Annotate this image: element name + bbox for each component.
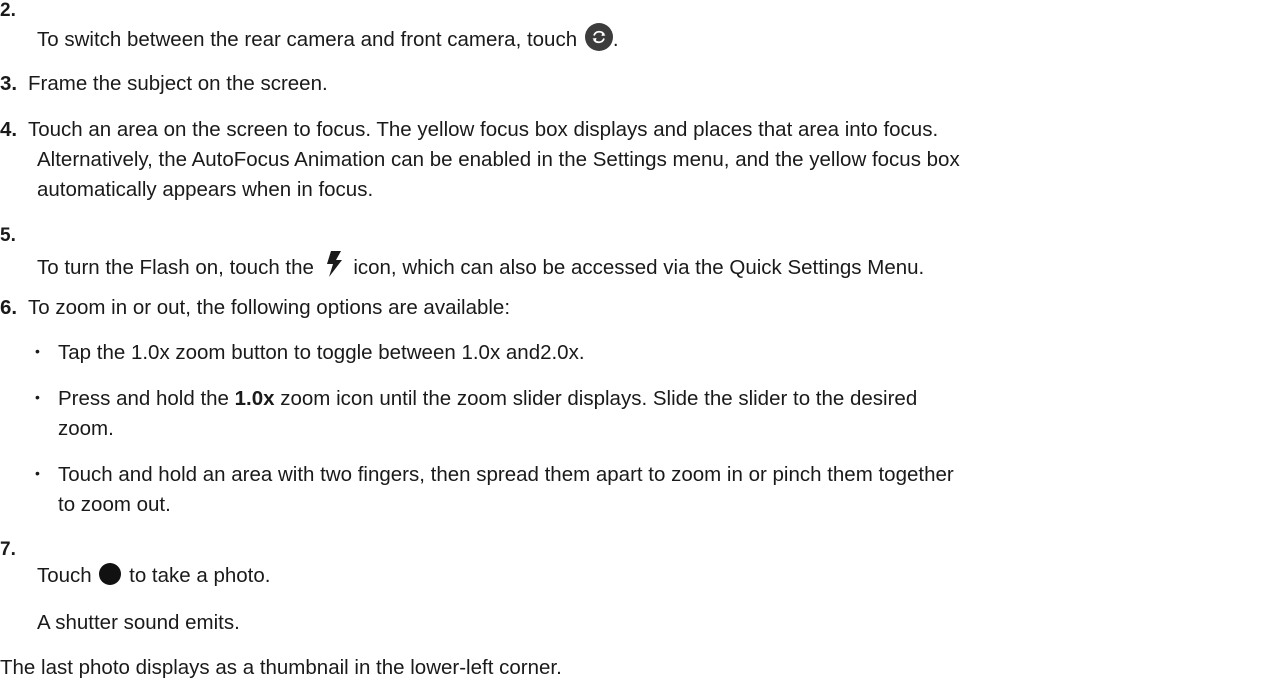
bullet-text: Tap the 1.0x zoom button to toggle betwe… (58, 341, 585, 364)
step-text-line: Touch an area on the screen to focus. Th… (28, 118, 939, 141)
step-number: 7. (0, 539, 16, 560)
bullet-icon: • (35, 389, 40, 405)
flash-icon (324, 250, 344, 278)
step-text-line: Alternatively, the AutoFocus Animation c… (37, 148, 960, 171)
step-3: 3. Frame the subject on the screen. (0, 72, 328, 96)
step-number: 4. (0, 118, 18, 141)
step-number: 2. (0, 0, 16, 21)
step-text-end: icon, which can also be accessed via the… (353, 256, 925, 279)
step-text: Frame the subject on the screen. (28, 72, 328, 95)
step-text: To switch between the rear camera and fr… (37, 28, 578, 51)
step-number: 6. (0, 296, 18, 319)
bullet-icon: • (35, 465, 40, 481)
step-text-line: automatically appears when in focus. (37, 178, 374, 201)
shutter-icon (99, 563, 122, 585)
closing-text: The last photo displays as a thumbnail i… (0, 656, 562, 679)
bullet-text-continuation: to zoom out. (58, 493, 171, 516)
zoom-label: 1.0x (234, 387, 275, 410)
step-text: To turn the Flash on, touch the (37, 256, 314, 279)
step-6: 6. To zoom in or out, the following optio… (0, 296, 510, 320)
step-number: 5. (0, 225, 16, 246)
bullet-text-continuation: zoom. (58, 417, 114, 440)
step-text: Touch (37, 564, 92, 587)
step-number: 3. (0, 72, 18, 95)
step-text-end: . (612, 28, 619, 51)
bullet-text: Press and hold the (58, 387, 235, 410)
bullet-icon: • (35, 343, 40, 359)
camera-switch-icon (584, 23, 613, 51)
bullet-text: zoom icon until the zoom slider displays… (274, 387, 918, 410)
step-result: A shutter sound emits. (37, 611, 240, 634)
step-text: To zoom in or out, the following options… (28, 296, 511, 319)
step-text-end: to take a photo. (129, 564, 271, 587)
bullet-text: Touch and hold an area with two fingers,… (58, 463, 954, 486)
